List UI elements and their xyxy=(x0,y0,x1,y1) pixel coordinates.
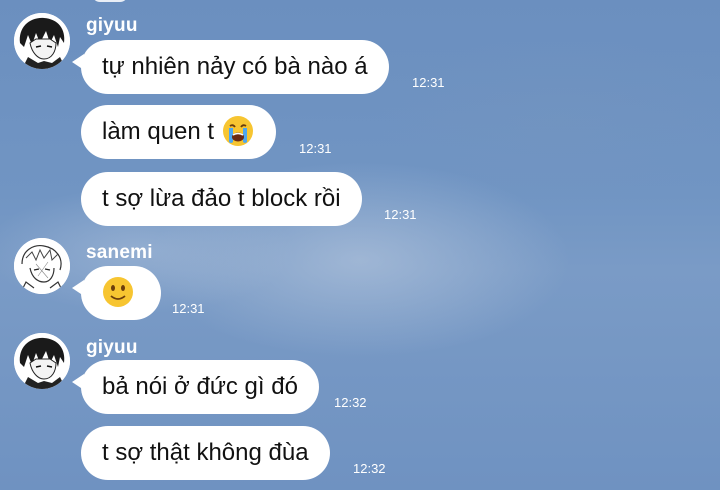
message-text: bả nói ở đức gì đó xyxy=(102,373,298,400)
sender-name-sanemi: sanemi xyxy=(86,242,153,263)
slightly-smiling-face-icon xyxy=(101,275,135,309)
loudly-crying-face-icon xyxy=(221,114,255,148)
avatar-sanemi[interactable] xyxy=(14,238,70,294)
avatar-giyuu[interactable] xyxy=(14,333,70,389)
previous-message-edge xyxy=(92,0,128,2)
avatar-giyuu-image xyxy=(14,13,70,69)
message-bubble[interactable] xyxy=(72,266,161,320)
message-time: 12:31 xyxy=(172,301,205,316)
message-text: t sợ lừa đảo t block rồi xyxy=(102,185,341,212)
message-text: t sợ thật không đùa xyxy=(102,439,309,466)
message-text: làm quen t xyxy=(102,118,215,145)
avatar-sanemi-image xyxy=(14,238,70,294)
message-time: 12:32 xyxy=(334,395,367,410)
message-time: 12:31 xyxy=(299,141,332,156)
message-time: 12:31 xyxy=(384,207,417,222)
sender-name-giyuu: giyuu xyxy=(86,15,138,36)
avatar-giyuu-image xyxy=(14,333,70,389)
message-text: tự nhiên nảy có bà nào á xyxy=(102,53,368,80)
message-time: 12:32 xyxy=(353,461,386,476)
message-time: 12:31 xyxy=(412,75,445,90)
sender-name-giyuu: giyuu xyxy=(86,337,138,358)
message-bubble[interactable]: bả nói ở đức gì đó xyxy=(72,360,319,414)
avatar-giyuu[interactable] xyxy=(14,13,70,69)
message-bubble[interactable]: t sợ thật không đùa xyxy=(81,426,330,480)
message-bubble[interactable]: làm quen t xyxy=(81,105,276,159)
message-bubble[interactable]: tự nhiên nảy có bà nào á xyxy=(72,40,389,94)
message-bubble[interactable]: t sợ lừa đảo t block rồi xyxy=(81,172,362,226)
